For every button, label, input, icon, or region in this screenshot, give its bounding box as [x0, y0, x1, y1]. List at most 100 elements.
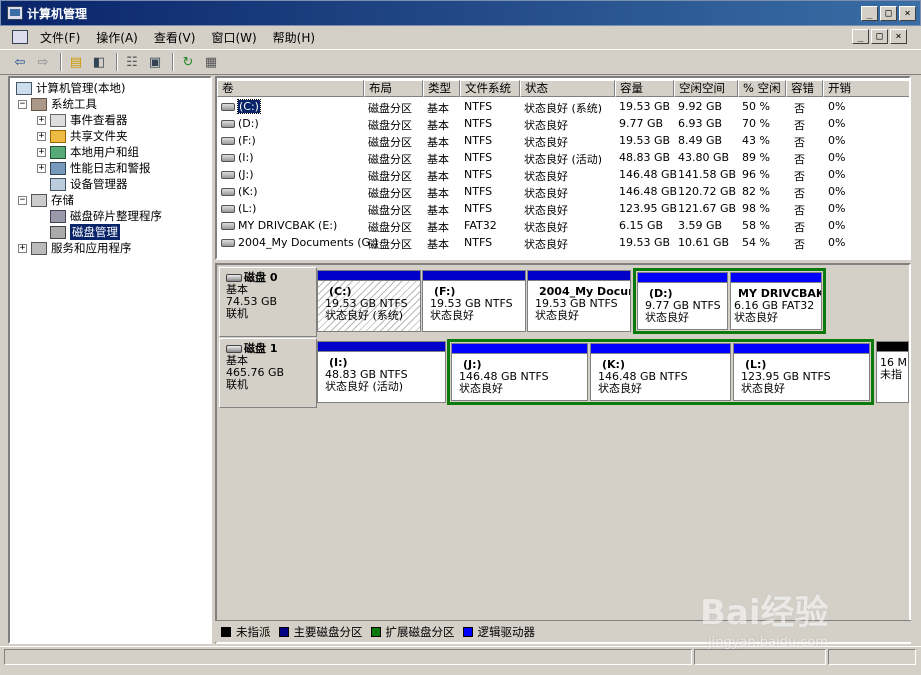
window-bottom-border: [0, 666, 921, 675]
tree-item-local-users[interactable]: + 本地用户和组: [37, 144, 139, 160]
refresh-icon[interactable]: ↻: [178, 52, 198, 72]
column-header-status[interactable]: 状态: [520, 80, 615, 97]
tree-item-computer-management[interactable]: 计算机管理(本地): [16, 80, 125, 96]
help-icon[interactable]: ▣: [145, 52, 165, 72]
volume-list[interactable]: 卷 布局 类型 文件系统 状态 容量 空闲空间 % 空闲 容错 开销 (C:) 磁…: [215, 76, 911, 260]
baidu-watermark-logo: Bai经验 jingyan.baidu.com: [700, 585, 910, 655]
tree-item-defragmenter[interactable]: 磁盘碎片整理程序: [50, 208, 162, 224]
volume-cell: 19.53 GB: [619, 134, 671, 147]
volume-cell: 状态良好: [524, 119, 568, 132]
volume-cell: 否: [794, 119, 805, 132]
volume-row[interactable]: (L:) 磁盘分区 基本 NTFS 状态良好 123.95 GB 121.67 GB 98 %…: [217, 200, 909, 217]
volume-row[interactable]: (I:) 磁盘分区 基本 NTFS 状态良好 (活动) 48.83 GB 43.80 GB 8…: [217, 149, 909, 166]
child-minimize-button[interactable]: _: [852, 29, 869, 44]
expand-icon[interactable]: +: [37, 115, 46, 125]
drive-icon: [221, 170, 235, 179]
volume-cell: NTFS: [464, 117, 493, 130]
menu-action[interactable]: 操作(A): [90, 29, 144, 46]
tree-item-disk-management[interactable]: 磁盘管理: [50, 224, 120, 240]
column-header-percent-free[interactable]: % 空闲: [738, 80, 786, 97]
volume-row[interactable]: (K:) 磁盘分区 基本 NTFS 状态良好 146.48 GB 120.72 GB 82 %…: [217, 183, 909, 200]
volume-cell: 否: [794, 153, 805, 166]
close-button[interactable]: ×: [899, 6, 916, 21]
up-folder-icon[interactable]: ▤: [66, 52, 86, 72]
collapse-icon[interactable]: −: [18, 99, 27, 109]
export-list-icon[interactable]: ▦: [201, 52, 221, 72]
forward-icon[interactable]: ⇨: [33, 52, 53, 72]
show-hide-tree-icon[interactable]: ◧: [89, 52, 109, 72]
column-header-fault-tolerance[interactable]: 容错: [786, 80, 823, 97]
column-header-layout[interactable]: 布局: [364, 80, 423, 97]
volume-cell: 基本: [427, 204, 449, 217]
partition-l[interactable]: (L:) 123.95 GB NTFS 状态良好: [733, 343, 870, 401]
maximize-button[interactable]: □: [880, 6, 897, 21]
menu-view[interactable]: 查看(V): [148, 29, 202, 46]
tree-item-storage[interactable]: − 存储: [18, 192, 74, 208]
column-header-free-space[interactable]: 空闲空间: [674, 80, 738, 97]
tree-item-shared-folders[interactable]: + 共享文件夹: [37, 128, 128, 144]
volume-cell: 磁盘分区: [368, 119, 412, 132]
tree-item-event-viewer[interactable]: + 事件查看器: [37, 112, 128, 128]
volume-row[interactable]: (F:) 磁盘分区 基本 NTFS 状态良好 19.53 GB 8.49 GB 43 % 否 0%: [217, 132, 909, 149]
volume-cell: 基本: [427, 136, 449, 149]
volume-name: (D:): [238, 117, 259, 130]
drive-icon: [221, 221, 235, 230]
partition-d[interactable]: (D:) 9.77 GB NTFS 状态良好: [637, 272, 728, 330]
disk-info[interactable]: 磁盘 0 基本 74.53 GB 联机: [219, 267, 317, 337]
partition-unallocated[interactable]: 16 M 未指: [876, 341, 909, 403]
column-header-overhead[interactable]: 开销: [823, 80, 909, 97]
volume-row[interactable]: (D:) 磁盘分区 基本 NTFS 状态良好 9.77 GB 6.93 GB 70 % 否 0%: [217, 115, 909, 132]
volume-name-cell: (I:): [221, 151, 254, 164]
computer-management-icon: [7, 6, 23, 20]
volume-cell: 43 %: [742, 134, 770, 147]
column-header-volume[interactable]: 卷: [217, 80, 364, 97]
menu-help[interactable]: 帮助(H): [267, 29, 321, 46]
volume-cell: 54 %: [742, 236, 770, 249]
disk-info[interactable]: 磁盘 1 基本 465.76 GB 联机: [219, 338, 317, 408]
volume-cell: 141.58 GB: [678, 168, 737, 181]
volume-cell: 基本: [427, 119, 449, 132]
collapse-icon[interactable]: −: [18, 195, 27, 205]
tree-item-system-tools[interactable]: − 系统工具: [18, 96, 97, 112]
console-tree[interactable]: 计算机管理(本地) − 系统工具 + 事件查看器 + 共享文件夹 + 本地用户和…: [8, 76, 212, 644]
expand-icon[interactable]: +: [18, 243, 27, 253]
partition-j[interactable]: (J:) 146.48 GB NTFS 状态良好: [451, 343, 588, 401]
expand-icon[interactable]: +: [37, 147, 46, 157]
column-header-type[interactable]: 类型: [423, 80, 460, 97]
disk-row: 磁盘 0 基本 74.53 GB 联机 (C:) 19.53 GB NTFS 状态良…: [217, 267, 909, 337]
tree-item-performance-logs[interactable]: + 性能日志和警报: [37, 160, 151, 176]
partition-c[interactable]: (C:) 19.53 GB NTFS 状态良好 (系统): [317, 270, 421, 332]
minimize-button[interactable]: _: [861, 6, 878, 21]
column-header-capacity[interactable]: 容量: [615, 80, 674, 97]
menu-file[interactable]: 文件(F): [34, 29, 86, 46]
volume-cell: 0%: [828, 185, 846, 198]
partition-k[interactable]: (K:) 146.48 GB NTFS 状态良好: [590, 343, 731, 401]
document-icon[interactable]: [12, 30, 28, 44]
legend-logical-drive: 逻辑驱动器: [462, 624, 535, 640]
volume-cell: 98 %: [742, 202, 770, 215]
column-header-filesystem[interactable]: 文件系统: [460, 80, 520, 97]
volume-cell: 19.53 GB: [619, 100, 671, 113]
child-close-button[interactable]: ×: [890, 29, 907, 44]
volume-name: (C:): [237, 99, 261, 114]
partition-i[interactable]: (I:) 48.83 GB NTFS 状态良好 (活动): [317, 341, 446, 403]
expand-icon[interactable]: +: [37, 163, 46, 173]
expand-icon[interactable]: +: [37, 131, 46, 141]
legend-swatch: [278, 626, 289, 637]
partition-g[interactable]: 2004_My Docun 19.53 GB NTFS 状态良好: [527, 270, 631, 332]
partition-f[interactable]: (F:) 19.53 GB NTFS 状态良好: [422, 270, 526, 332]
tree-item-device-manager[interactable]: 设备管理器: [50, 176, 128, 192]
menu-window[interactable]: 窗口(W): [205, 29, 262, 46]
properties-icon[interactable]: ☷: [122, 52, 142, 72]
volume-row[interactable]: (J:) 磁盘分区 基本 NTFS 状态良好 146.48 GB 141.58 GB 96 %…: [217, 166, 909, 183]
volume-cell: 状态良好: [524, 204, 568, 217]
title-bar[interactable]: 计算机管理 _ □ ×: [0, 0, 921, 26]
volume-row[interactable]: 2004_My Documents (G:) 磁盘分区 基本 NTFS 状态良好 19.5…: [217, 234, 909, 251]
toolbar-separator: [116, 53, 118, 71]
volume-row[interactable]: MY DRIVCBAK (E:) 磁盘分区 基本 FAT32 状态良好 6.15 GB 3.…: [217, 217, 909, 234]
back-icon[interactable]: ⇦: [10, 52, 30, 72]
volume-row[interactable]: (C:) 磁盘分区 基本 NTFS 状态良好 (系统) 19.53 GB 9.92 GB 50…: [217, 98, 909, 115]
tree-item-services-apps[interactable]: + 服务和应用程序: [18, 240, 132, 256]
child-restore-button[interactable]: □: [871, 29, 888, 44]
partition-e[interactable]: MY DRIVCBAK 6.16 GB FAT32 状态良好: [730, 272, 822, 330]
